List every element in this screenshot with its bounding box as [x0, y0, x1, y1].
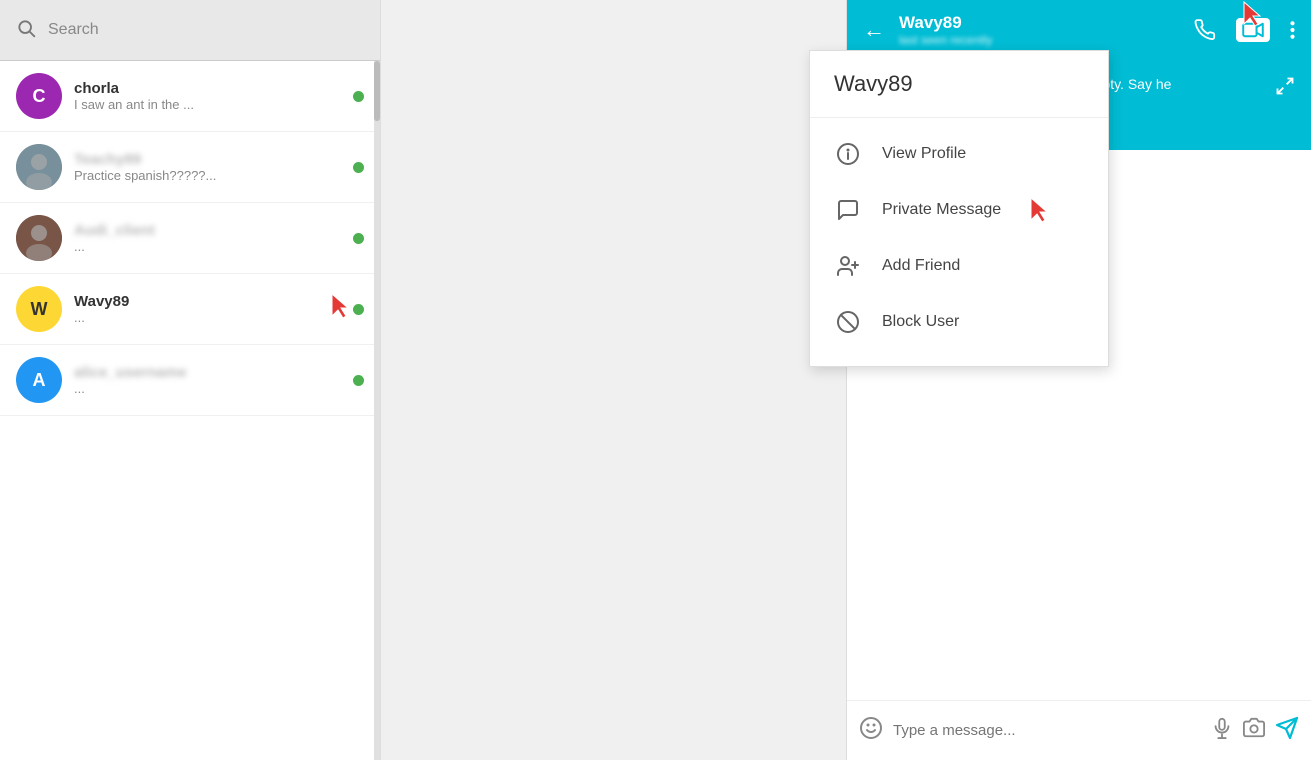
online-indicator [353, 304, 364, 315]
contact-preview: ... [74, 310, 341, 325]
online-indicator [353, 375, 364, 386]
message-icon [834, 196, 862, 224]
block-icon [834, 308, 862, 336]
contact-list: C chorla I saw an ant in the ... Teachy8… [0, 61, 380, 760]
contact-info: alice_username ... [74, 364, 341, 396]
more-options-button[interactable] [1286, 16, 1299, 44]
camera-button[interactable] [1243, 717, 1265, 745]
contact-info: Wavy89 ... [74, 293, 341, 325]
scrollbar-track [374, 61, 380, 760]
private-message-label: Private Message [882, 201, 1001, 219]
avatar: A [16, 357, 62, 403]
avatar [16, 144, 62, 190]
cursor-arrow [330, 292, 352, 320]
video-button[interactable] [1236, 18, 1270, 42]
add-friend-icon [834, 252, 862, 280]
sidebar: Search C chorla I saw an ant in the ... [0, 0, 381, 760]
context-menu-add-friend[interactable]: Add Friend [810, 238, 1108, 294]
phone-button[interactable] [1190, 15, 1220, 45]
microphone-button[interactable] [1211, 717, 1233, 745]
search-placeholder: Search [48, 21, 99, 39]
context-menu-title: Wavy89 [810, 71, 1108, 118]
expand-icon[interactable] [1275, 76, 1295, 102]
cursor-arrow-menu [1029, 196, 1051, 224]
contact-preview: Practice spanish?????... [74, 168, 341, 183]
context-menu: Wavy89 View Profile Private Message [809, 50, 1109, 367]
contact-name: Wavy89 [74, 293, 341, 310]
scrollbar-thumb[interactable] [374, 61, 380, 121]
search-icon [16, 18, 36, 43]
chat-user-info: Wavy89 last seen recently [899, 13, 1180, 47]
online-indicator [353, 233, 364, 244]
avatar: C [16, 73, 62, 119]
avatar [16, 215, 62, 261]
contact-item[interactable]: A alice_username ... [0, 345, 380, 416]
chat-header-actions [1190, 15, 1299, 45]
message-input[interactable] [893, 722, 1201, 739]
chat-status: last seen recently [899, 33, 1180, 47]
block-user-label: Block User [882, 313, 959, 331]
send-button[interactable] [1275, 716, 1299, 746]
contact-preview: ... [74, 239, 341, 254]
contact-info: Teachy89 Practice spanish?????... [74, 151, 341, 183]
contact-item[interactable]: C chorla I saw an ant in the ... [0, 61, 380, 132]
context-menu-private-message[interactable]: Private Message [810, 182, 1108, 238]
online-indicator [353, 162, 364, 173]
chat-username: Wavy89 [899, 13, 1180, 33]
back-button[interactable]: ← [859, 13, 889, 47]
contact-name: Teachy89 [74, 151, 341, 168]
contact-item[interactable]: Teachy89 Practice spanish?????... [0, 132, 380, 203]
contact-name: alice_username [74, 364, 341, 381]
context-menu-block-user[interactable]: Block User [810, 294, 1108, 350]
contact-info: Audi_client ... [74, 222, 341, 254]
view-profile-label: View Profile [882, 145, 966, 163]
info-icon [834, 140, 862, 168]
chat-footer [847, 700, 1311, 760]
contact-item[interactable]: Audi_client ... [0, 203, 380, 274]
contact-info: chorla I saw an ant in the ... [74, 80, 341, 112]
avatar: W [16, 286, 62, 332]
cursor-arrow-video [1242, 0, 1264, 28]
contact-item-wavy89[interactable]: W Wavy89 ... [0, 274, 380, 345]
contact-preview: I saw an ant in the ... [74, 97, 341, 112]
contact-preview: ... [74, 381, 341, 396]
online-indicator [353, 91, 364, 102]
contact-name: Audi_client [74, 222, 341, 239]
context-menu-view-profile[interactable]: View Profile [810, 126, 1108, 182]
contact-name: chorla [74, 80, 341, 97]
search-bar[interactable]: Search [0, 0, 380, 61]
add-friend-label: Add Friend [882, 257, 960, 275]
emoji-button[interactable] [859, 716, 883, 746]
